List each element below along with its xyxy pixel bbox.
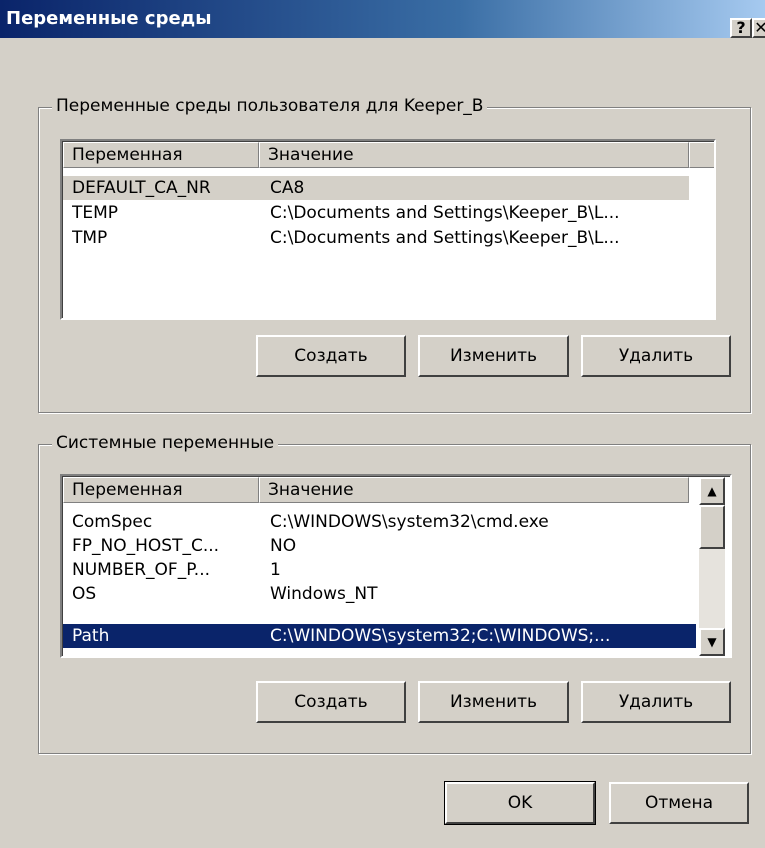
variable-name: DEFAULT_CA_NR: [72, 178, 211, 198]
list-item[interactable]: TEMP C:\Documents and Settings\Keeper_B\…: [63, 201, 689, 225]
user-variables-group-label: Переменные среды пользователя для Keeper…: [52, 96, 488, 116]
variable-name: TMP: [72, 228, 108, 248]
column-header-variable[interactable]: Переменная: [63, 142, 259, 168]
system-create-button[interactable]: Создать: [256, 681, 406, 723]
close-button[interactable]: ✕: [752, 18, 765, 38]
list-item[interactable]: TMP C:\Documents and Settings\Keeper_B\L…: [63, 226, 689, 250]
variable-value: Windows_NT: [270, 584, 378, 604]
scroll-down-button[interactable]: ▼: [699, 628, 725, 656]
user-create-button[interactable]: Создать: [256, 335, 406, 377]
environment-variables-dialog: Переменные среды ? ✕ Переменные среды по…: [0, 0, 765, 848]
help-button[interactable]: ?: [730, 18, 752, 38]
variable-name: TEMP: [72, 203, 119, 223]
user-edit-button[interactable]: Изменить: [418, 335, 569, 377]
variable-value: NO: [270, 536, 297, 556]
variable-name: ComSpec: [72, 512, 153, 532]
list-item[interactable]: OS Windows_NT: [63, 582, 696, 606]
list-item-selected[interactable]: Path C:\WINDOWS\system32;C:\WINDOWS;...: [63, 624, 696, 648]
ok-button[interactable]: OK: [444, 781, 596, 825]
list-item[interactable]: FP_NO_HOST_C... NO: [63, 534, 696, 558]
vertical-scrollbar[interactable]: ▲ ▼: [699, 477, 725, 656]
user-variables-list[interactable]: Переменная Значение DEFAULT_CA_NR CA8 TE…: [60, 139, 716, 320]
list-item[interactable]: DEFAULT_CA_NR CA8: [63, 176, 689, 200]
variable-name: Path: [72, 626, 110, 646]
cancel-button[interactable]: Отмена: [609, 782, 749, 824]
variable-value: 1: [270, 560, 281, 580]
variable-name: FP_NO_HOST_C...: [72, 536, 220, 556]
column-header-filler: [689, 142, 714, 168]
column-header-variable[interactable]: Переменная: [63, 477, 259, 503]
variable-name: OS: [72, 584, 97, 604]
system-variables-list[interactable]: Переменная Значение ComSpec C:\WINDOWS\s…: [60, 474, 732, 658]
variable-name: NUMBER_OF_P...: [72, 560, 211, 580]
scroll-up-button[interactable]: ▲: [699, 477, 725, 505]
system-delete-button[interactable]: Удалить: [581, 681, 731, 723]
list-item[interactable]: NUMBER_OF_P... 1: [63, 558, 696, 582]
user-delete-button[interactable]: Удалить: [581, 335, 731, 377]
variable-value: C:\Documents and Settings\Keeper_B\L...: [270, 228, 620, 248]
column-header-value[interactable]: Значение: [259, 477, 689, 503]
list-item[interactable]: ComSpec C:\WINDOWS\system32\cmd.exe: [63, 510, 696, 534]
variable-value: CA8: [270, 178, 305, 198]
system-variables-group-label: Системные переменные: [52, 433, 279, 453]
window-title: Переменные среды: [6, 8, 212, 29]
variable-value: C:\WINDOWS\system32\cmd.exe: [270, 512, 549, 532]
scrollbar-thumb[interactable]: [699, 505, 725, 549]
column-header-value[interactable]: Значение: [259, 142, 689, 168]
variable-value: C:\WINDOWS\system32;C:\WINDOWS;...: [270, 626, 611, 646]
system-edit-button[interactable]: Изменить: [418, 681, 569, 723]
variable-value: C:\Documents and Settings\Keeper_B\L...: [270, 203, 620, 223]
title-bar[interactable]: Переменные среды ? ✕: [0, 0, 765, 38]
